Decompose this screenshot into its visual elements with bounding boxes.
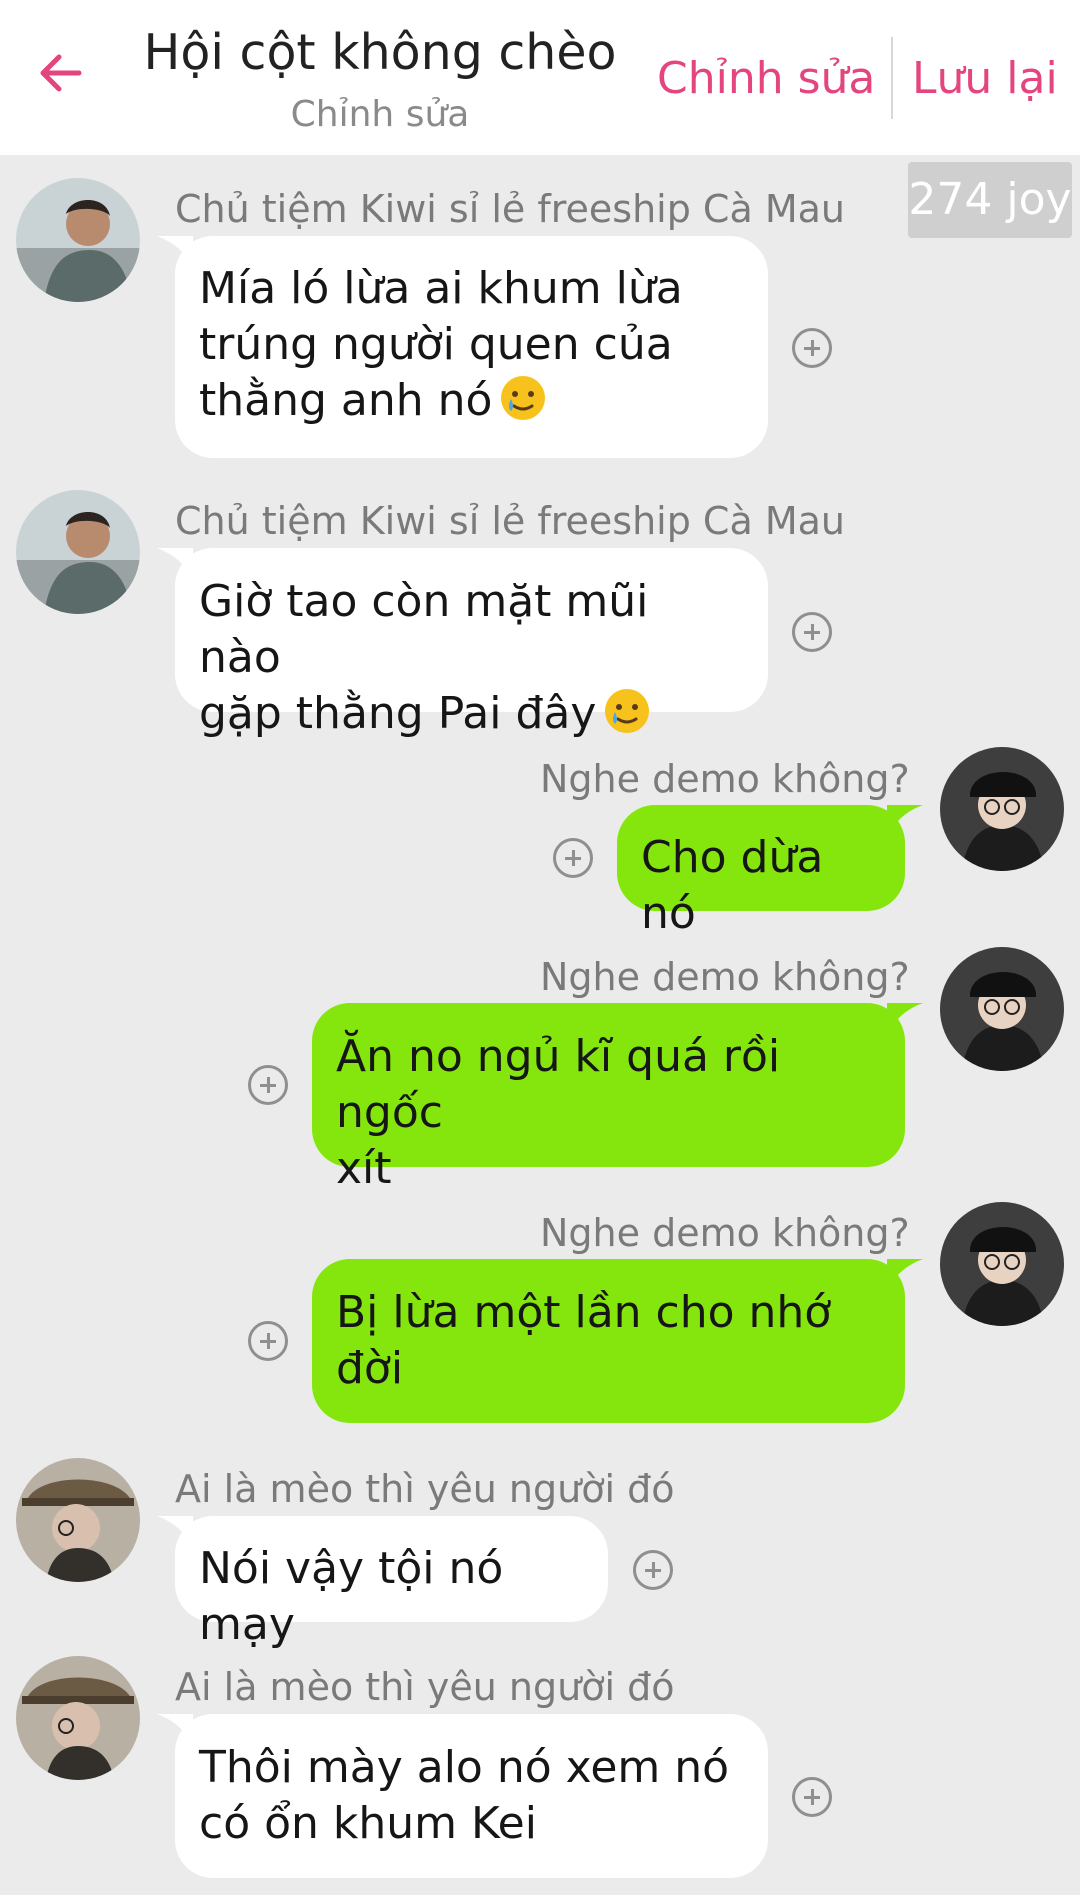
avatar-image	[16, 1458, 140, 1582]
message-text: Bị lừa một lần cho nhớ	[336, 1287, 832, 1338]
message-text: gặp thằng Pai đây	[199, 688, 597, 739]
points-badge: 274 joy	[908, 162, 1072, 238]
avatar-image	[940, 1202, 1064, 1326]
add-reaction-button[interactable]	[792, 328, 832, 368]
avatar-image	[16, 1656, 140, 1780]
avatar[interactable]	[16, 1656, 140, 1780]
message-bubble[interactable]: Nói vậy tội nó mạy	[157, 1516, 608, 1650]
bubble-tail	[887, 1003, 923, 1039]
message-bubble[interactable]: Bị lừa một lần cho nhớ đời	[312, 1259, 923, 1423]
bubble-tail	[157, 548, 193, 584]
bubble-tail	[157, 236, 193, 272]
sender-name: Nghe demo không?	[540, 1211, 910, 1255]
message-bubble[interactable]: Thôi mày alo nó xem nó có ổn khum Kei	[157, 1714, 768, 1878]
avatar-image	[16, 490, 140, 614]
add-reaction-button[interactable]	[792, 612, 832, 652]
add-reaction-button[interactable]	[553, 838, 593, 878]
message-text: Cho dừa nó	[641, 832, 824, 939]
save-button[interactable]: Lưu lại	[912, 50, 1058, 108]
avatar[interactable]	[16, 490, 140, 614]
header-divider	[891, 37, 893, 119]
message-bubble[interactable]: Mía ló lừa ai khum lừa trúng người quen …	[157, 236, 768, 458]
sender-name: Chủ tiệm Kiwi sỉ lẻ freeship Cà Mau	[175, 187, 845, 231]
message-text: có ổn khum Kei	[199, 1798, 537, 1849]
message-bubble[interactable]: Ăn no ngủ kĩ quá rồi ngốc xít	[312, 1003, 923, 1194]
sender-name: Nghe demo không?	[540, 955, 910, 999]
add-reaction-button[interactable]	[633, 1550, 673, 1590]
crying-smile-emoji	[501, 376, 546, 420]
avatar[interactable]	[940, 1202, 1064, 1326]
message-text: thằng anh nó	[199, 375, 493, 426]
avatar-image	[940, 947, 1064, 1071]
add-reaction-button[interactable]	[248, 1321, 288, 1361]
message-text: xít	[336, 1143, 392, 1194]
edit-button[interactable]: Chỉnh sửa	[657, 50, 875, 108]
chat-title: Hội cột không chèo	[143, 24, 617, 81]
avatar[interactable]	[16, 178, 140, 302]
arrow-left-icon	[40, 54, 82, 92]
avatar[interactable]	[16, 1458, 140, 1582]
crying-smile-emoji	[605, 689, 650, 733]
bubble-tail	[887, 805, 923, 841]
avatar-image	[16, 178, 140, 302]
sender-name: Chủ tiệm Kiwi sỉ lẻ freeship Cà Mau	[175, 499, 845, 543]
sender-name: Nghe demo không?	[540, 757, 910, 801]
sender-name: Ai là mèo thì yêu người đó	[175, 1665, 675, 1709]
message-text: trúng người quen của	[199, 319, 673, 370]
add-reaction-button[interactable]	[248, 1065, 288, 1105]
message-bubble[interactable]: Giờ tao còn mặt mũi nào gặp thằng Pai đâ…	[157, 548, 768, 739]
chat-header: Hội cột không chèo Chỉnh sửa Chỉnh sửa L…	[0, 0, 1080, 155]
message-bubble[interactable]: Cho dừa nó	[617, 805, 923, 939]
avatar-image	[940, 747, 1064, 871]
message-text: Nói vậy tội nó mạy	[199, 1543, 504, 1650]
message-text: Ăn no ngủ kĩ quá rồi ngốc	[336, 1031, 781, 1138]
avatar[interactable]	[940, 947, 1064, 1071]
message-text: đời	[336, 1343, 404, 1394]
message-text: Thôi mày alo nó xem nó	[199, 1742, 730, 1793]
avatar[interactable]	[940, 747, 1064, 871]
bubble-tail	[887, 1259, 923, 1295]
message-text: Giờ tao còn mặt mũi nào	[199, 576, 649, 683]
sender-name: Ai là mèo thì yêu người đó	[175, 1467, 675, 1511]
chat-subtitle: Chỉnh sửa	[290, 94, 470, 135]
add-reaction-button[interactable]	[792, 1777, 832, 1817]
bubble-tail	[157, 1714, 193, 1750]
bubble-tail	[157, 1516, 193, 1552]
message-text: Mía ló lừa ai khum lừa	[199, 263, 683, 314]
back-button[interactable]	[22, 35, 98, 111]
